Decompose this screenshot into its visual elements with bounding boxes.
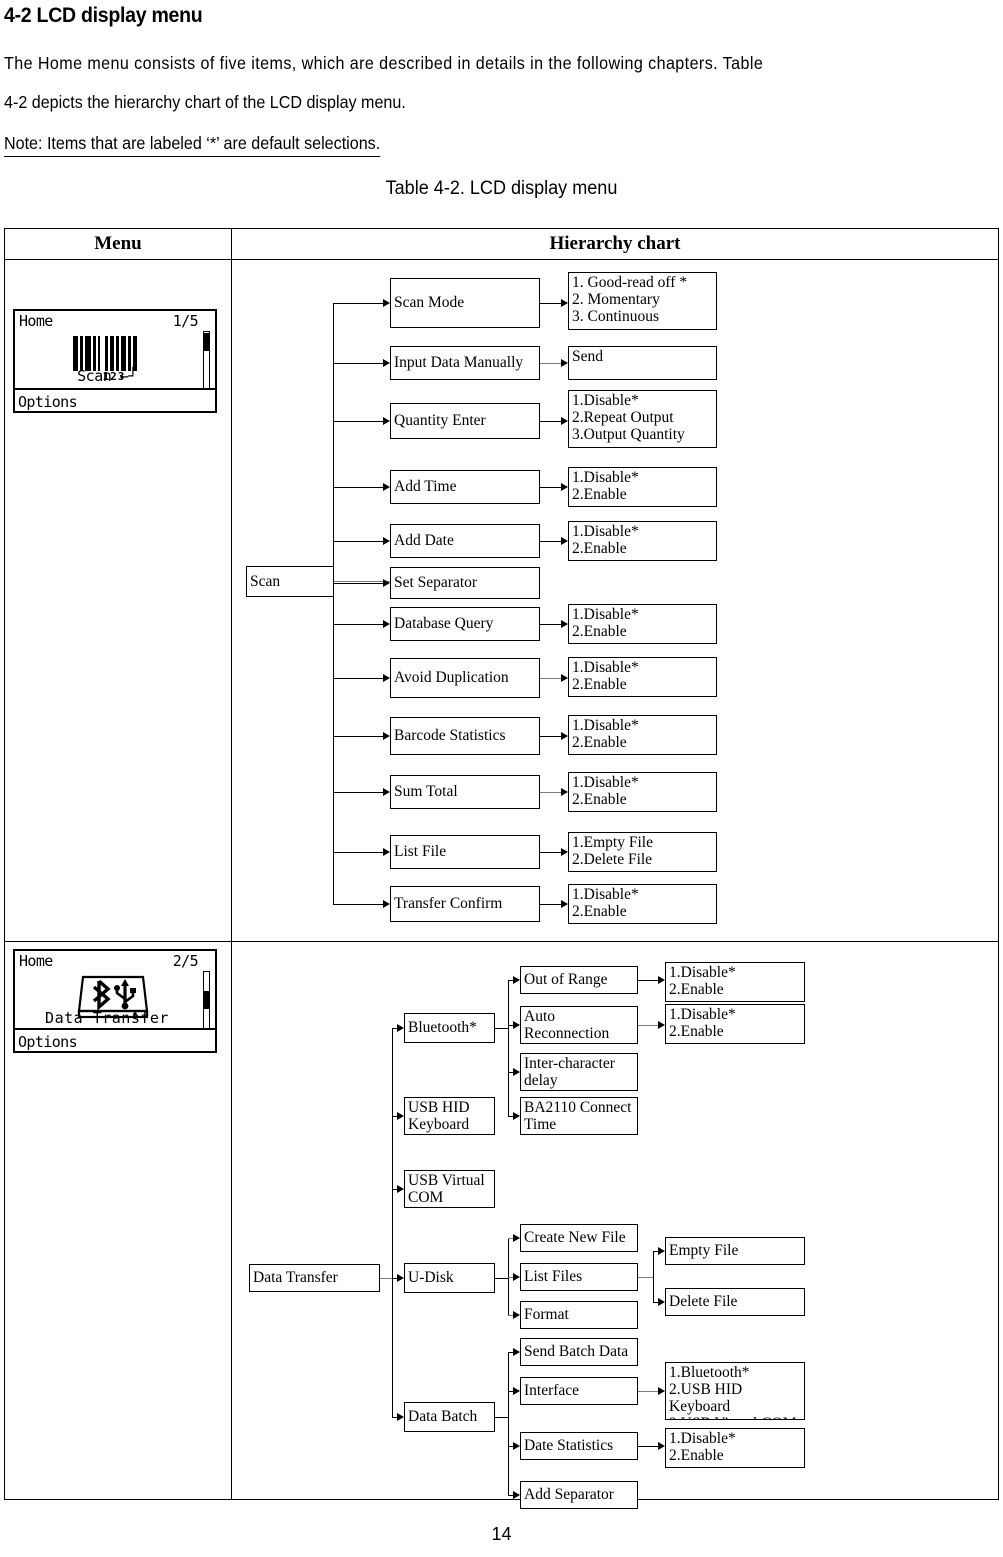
lcd-preview-data-transfer: Home 2/5 Data Transfer Options bbox=[13, 949, 217, 1053]
page-number: 14 bbox=[491, 1524, 512, 1544]
table-header-hierarchy: Hierarchy chart bbox=[549, 233, 681, 254]
lcd-footer-label: Options bbox=[18, 1033, 78, 1051]
intro-paragraph-line-2: 4-2 depicts the hierarchy chart of the L… bbox=[4, 92, 406, 112]
lcd-scroll-thumb bbox=[204, 333, 209, 351]
lcd-preview-scan: Home 1/5 123 Scan ←┘ Options bbox=[13, 309, 217, 413]
lcd-page-indicator: 1/5 bbox=[172, 312, 199, 330]
table-caption: Table 4-2. LCD display menu bbox=[385, 178, 618, 199]
lcd-title: Home bbox=[19, 952, 53, 970]
lcd-footer-label: Options bbox=[18, 393, 78, 411]
lcd-page-indicator: 2/5 bbox=[172, 952, 199, 970]
table-section-divider bbox=[5, 941, 998, 942]
intro-paragraph-line-1: The Home menu consists of five items, wh… bbox=[4, 53, 764, 73]
lcd-title: Home bbox=[19, 312, 53, 330]
lcd-scroll-thumb bbox=[204, 991, 209, 1009]
hierarchy-table: Menu Hierarchy chart bbox=[4, 228, 999, 1500]
lcd-footer-divider bbox=[15, 388, 215, 390]
table-column-divider bbox=[231, 229, 232, 1499]
note-text: Note: Items that are labeled ‘*’ are def… bbox=[4, 133, 381, 157]
lcd-caption: Scan ←┘ bbox=[77, 367, 137, 385]
lcd-footer-divider bbox=[15, 1028, 215, 1030]
lcd-scrollbar bbox=[203, 331, 210, 389]
table-header-menu: Menu bbox=[94, 233, 142, 254]
lcd-scrollbar bbox=[203, 971, 210, 1029]
lcd-caption: Data Transfer bbox=[45, 1009, 169, 1027]
table-header-divider bbox=[5, 259, 998, 260]
section-heading: 4-2 LCD display menu bbox=[4, 4, 203, 27]
barcode-icon bbox=[73, 336, 155, 371]
